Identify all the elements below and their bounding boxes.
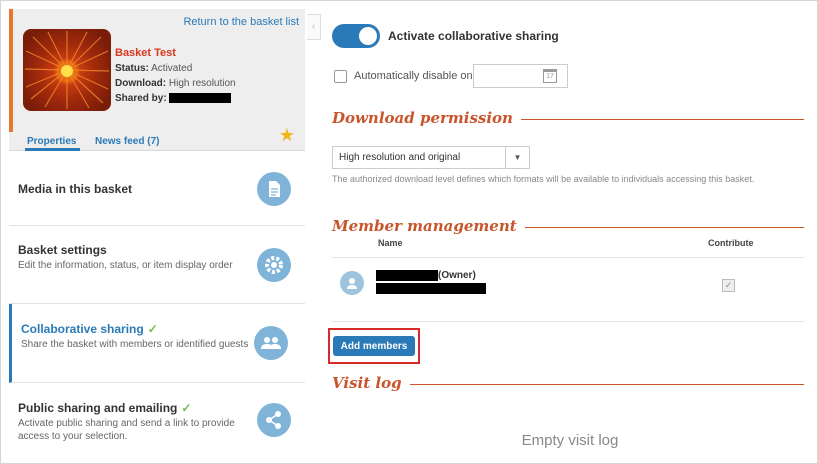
- menu-item-desc: Edit the information, status, or item di…: [18, 260, 233, 271]
- redacted-member-email: [376, 283, 486, 295]
- status-label: Status:: [115, 63, 149, 74]
- basket-status: Status: Activated: [115, 63, 192, 74]
- menu-item-title: Collaborative sharing ✓: [21, 322, 158, 336]
- menu-item-desc: Share the basket with members or identif…: [21, 339, 249, 350]
- shared-by-label: Shared by:: [115, 93, 167, 104]
- caret-down-icon: ▼: [505, 147, 529, 168]
- empty-visit-log: Empty visit log: [521, 432, 619, 449]
- download-help-text: The authorized download level defines wh…: [332, 174, 755, 184]
- auto-disable-label: Automatically disable on: [354, 70, 473, 82]
- star-icon[interactable]: ★: [279, 125, 295, 146]
- status-value: Activated: [151, 63, 193, 74]
- basket-shared-by: Shared by:: [115, 93, 232, 104]
- basket-thumbnail: [23, 29, 111, 111]
- menu-item-title: Public sharing and emailing ✓: [18, 401, 191, 415]
- check-icon: ✓: [181, 401, 192, 415]
- visit-log-section: Visit log: [332, 374, 804, 394]
- section-title: Visit log: [332, 374, 410, 392]
- select-value: High resolution and original: [339, 152, 461, 163]
- basket-title: Basket Test: [115, 47, 176, 59]
- menu-item-title: Media in this basket: [18, 182, 133, 196]
- auto-disable-checkbox[interactable]: [334, 70, 347, 83]
- row-divider: [332, 321, 804, 322]
- menu-item-collaborative-sharing[interactable]: Collaborative sharing ✓ Share the basket …: [9, 304, 305, 383]
- user-avatar-icon: [340, 271, 364, 295]
- menu-item-title-text: Public sharing and emailing: [18, 401, 178, 415]
- member-owner: (Owner): [376, 270, 486, 295]
- collapse-sidebar-button[interactable]: ‹: [307, 14, 321, 40]
- sharing-panel: Activate collaborative sharing Automatic…: [328, 0, 810, 464]
- share-icon: [257, 403, 291, 437]
- download-permission-section: Download permission: [332, 109, 804, 129]
- disable-date-field[interactable]: 17: [473, 64, 568, 88]
- column-header-contribute: Contribute: [708, 238, 754, 248]
- column-header-name: Name: [378, 238, 403, 248]
- selected-indicator: [9, 9, 13, 132]
- section-title: Download permission: [332, 109, 521, 127]
- menu-item-desc: Activate public sharing and send a link …: [18, 418, 235, 442]
- basket-header: Return to the basket list Basket Test St…: [9, 9, 305, 151]
- redacted-name: [169, 93, 232, 104]
- add-members-button[interactable]: Add members: [333, 336, 415, 356]
- tab-news-feed[interactable]: News feed (7): [95, 136, 159, 147]
- row-divider: [332, 257, 804, 258]
- menu-item-public-sharing[interactable]: Public sharing and emailing ✓ Activate pu…: [9, 383, 305, 459]
- menu-item-title-text: Collaborative sharing: [21, 322, 144, 336]
- add-members-highlight: Add members: [328, 328, 420, 364]
- people-icon: [254, 326, 288, 360]
- basket-sidebar: Return to the basket list Basket Test St…: [9, 9, 305, 459]
- toggle-label: Activate collaborative sharing: [388, 29, 559, 43]
- gear-icon: [257, 248, 291, 282]
- download-permission-select[interactable]: High resolution and original ▼: [332, 146, 530, 169]
- document-icon: [257, 172, 291, 206]
- sidebar-tabs: Properties News feed (7) ★: [9, 125, 305, 151]
- section-title: Member management: [332, 217, 525, 235]
- member-management-section: Member management: [332, 217, 804, 237]
- contribute-checkbox[interactable]: ✓: [722, 279, 735, 292]
- menu-item-media[interactable]: Media in this basket: [9, 152, 305, 226]
- tab-properties[interactable]: Properties: [24, 136, 81, 151]
- menu-item-basket-settings[interactable]: Basket settings Edit the information, st…: [9, 226, 305, 304]
- calendar-icon[interactable]: 17: [543, 69, 557, 83]
- collaborative-sharing-toggle[interactable]: [332, 24, 380, 48]
- owner-label: (Owner): [438, 270, 476, 282]
- basket-download: Download: High resolution: [115, 78, 236, 89]
- return-to-basket-list-link[interactable]: Return to the basket list: [183, 16, 299, 28]
- menu-item-title: Basket settings: [18, 243, 107, 257]
- check-icon: ✓: [147, 322, 158, 336]
- download-label: Download:: [115, 78, 167, 89]
- redacted-member-name: [376, 270, 438, 281]
- download-value: High resolution: [168, 78, 236, 89]
